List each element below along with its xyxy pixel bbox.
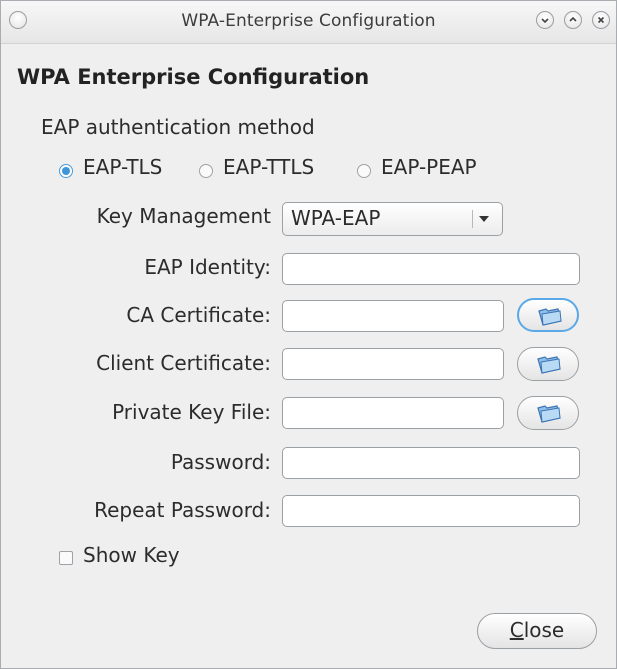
show-key-label[interactable]: Show Key bbox=[83, 543, 180, 567]
eap-peap-label[interactable]: EAP-PEAP bbox=[381, 155, 477, 179]
folder-icon bbox=[538, 308, 562, 326]
maximize-icon[interactable] bbox=[564, 11, 582, 29]
dialog-heading: WPA Enterprise Configuration bbox=[17, 65, 370, 89]
client-certificate-browse-button[interactable] bbox=[517, 347, 579, 381]
folder-icon bbox=[537, 356, 561, 374]
key-management-select[interactable]: WPA-EAP bbox=[282, 202, 503, 236]
private-key-file-browse-button[interactable] bbox=[517, 396, 579, 430]
dialog-window: WPA-Enterprise Configuration WPA Enterpr… bbox=[0, 0, 617, 669]
eap-ttls-label[interactable]: EAP-TTLS bbox=[223, 155, 314, 179]
eap-method-label: EAP authentication method bbox=[41, 115, 315, 139]
password-label: Password: bbox=[170, 450, 271, 474]
client-certificate-label: Client Certificate: bbox=[96, 351, 271, 375]
ca-certificate-input[interactable] bbox=[282, 300, 504, 332]
combo-separator bbox=[472, 210, 473, 228]
eap-ttls-radio[interactable] bbox=[199, 164, 213, 178]
ca-certificate-label: CA Certificate: bbox=[126, 303, 271, 327]
eap-peap-radio[interactable] bbox=[357, 164, 371, 178]
key-management-value: WPA-EAP bbox=[291, 206, 381, 230]
show-key-checkbox[interactable] bbox=[59, 551, 73, 565]
ca-certificate-browse-button[interactable] bbox=[517, 298, 579, 332]
repeat-password-label: Repeat Password: bbox=[94, 498, 271, 522]
window-title: WPA-Enterprise Configuration bbox=[181, 11, 436, 31]
folder-icon bbox=[537, 405, 561, 423]
password-input[interactable] bbox=[282, 447, 580, 479]
close-button[interactable]: Close bbox=[477, 613, 597, 649]
private-key-file-input[interactable] bbox=[282, 397, 504, 429]
close-icon[interactable] bbox=[592, 11, 610, 29]
close-button-mnemonic: C bbox=[509, 618, 524, 642]
chevron-down-icon bbox=[479, 216, 489, 222]
eap-identity-input[interactable] bbox=[282, 253, 580, 285]
title-bar[interactable]: WPA-Enterprise Configuration bbox=[1, 1, 616, 44]
key-management-label: Key Management bbox=[96, 204, 271, 228]
eap-tls-label[interactable]: EAP-TLS bbox=[83, 155, 162, 179]
client-certificate-input[interactable] bbox=[282, 348, 504, 380]
eap-tls-radio[interactable] bbox=[59, 164, 73, 178]
close-button-label-rest: lose bbox=[523, 618, 565, 642]
private-key-file-label: Private Key File: bbox=[112, 400, 271, 424]
eap-identity-label: EAP Identity: bbox=[144, 255, 271, 279]
repeat-password-input[interactable] bbox=[282, 495, 580, 527]
minimize-icon[interactable] bbox=[536, 11, 554, 29]
